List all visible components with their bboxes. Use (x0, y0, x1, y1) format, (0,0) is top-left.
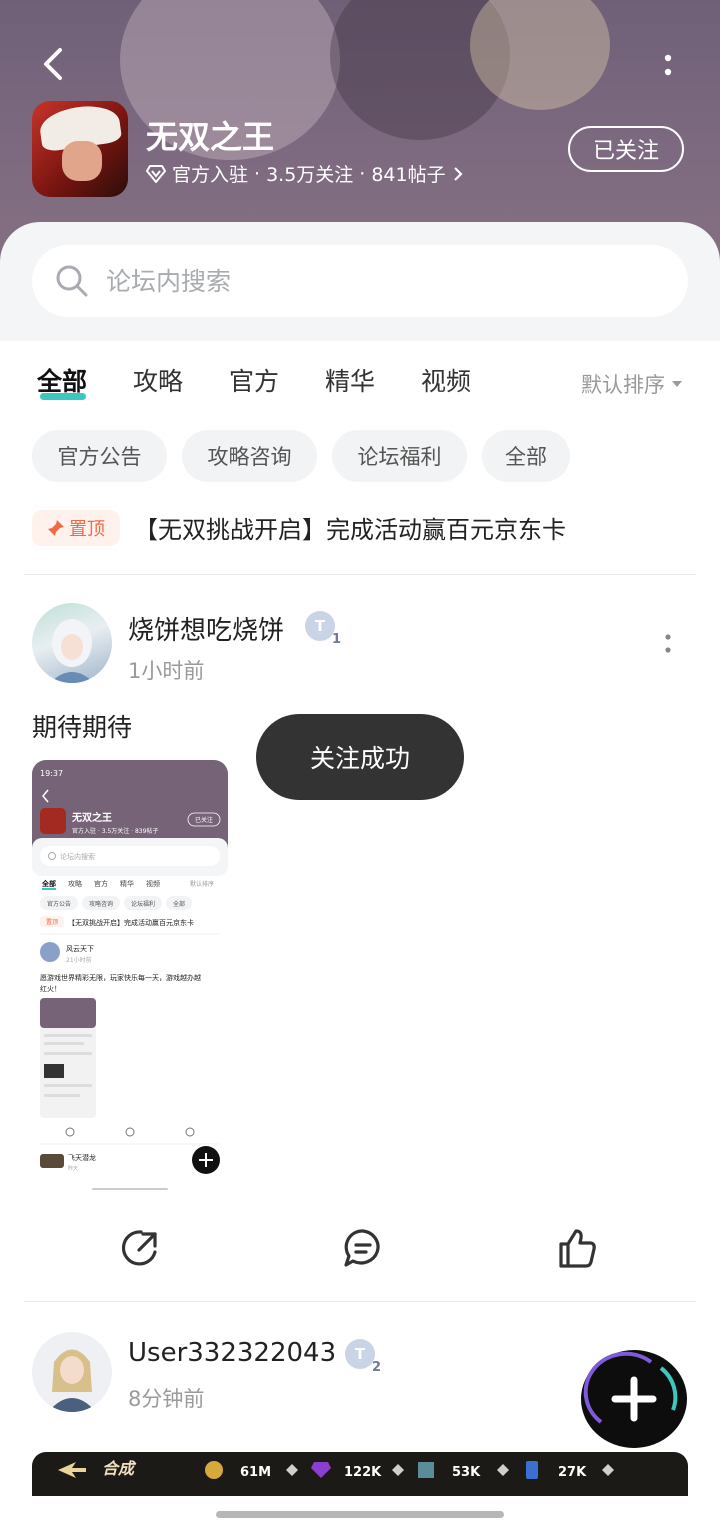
tab-featured[interactable]: 精华 (325, 362, 375, 398)
pinned-badge: 置顶 (32, 510, 120, 546)
plus-icon (583, 1351, 678, 1424)
active-tab-indicator (40, 393, 86, 400)
svg-text:【无双挑战开启】完成活动赢百元京东卡: 【无双挑战开启】完成活动赢百元京东卡 (68, 918, 194, 927)
tab-official[interactable]: 官方 (229, 362, 279, 398)
game-title: 无双之王 (146, 118, 275, 156)
search-bar[interactable] (32, 245, 688, 317)
post-image-preview[interactable]: 合成 61M 122K 53K 27K (32, 1452, 688, 1496)
svg-text:飞天潜龙: 飞天潜龙 (68, 1153, 96, 1162)
svg-text:已关注: 已关注 (195, 816, 213, 824)
divider (24, 1301, 696, 1302)
svg-text:官方: 官方 (94, 879, 108, 888)
svg-text:无双之王: 无双之王 (71, 811, 112, 824)
tab-video[interactable]: 视频 (421, 362, 471, 398)
svg-text:21小时前: 21小时前 (66, 956, 92, 964)
post-time: 1小时前 (128, 659, 205, 683)
avatar[interactable] (32, 603, 112, 683)
post-username[interactable]: User332322043 (128, 1338, 336, 1368)
forum-meta[interactable]: 官方入驻 · 3.5万关注 · 841帖子 (146, 160, 464, 187)
caret-down-icon (672, 381, 682, 387)
user-level-badge: T1 (305, 611, 341, 647)
chip-all[interactable]: 全部 (482, 430, 570, 482)
create-post-button[interactable] (581, 1350, 687, 1448)
pin-icon (48, 520, 64, 536)
post-username[interactable]: 烧饼想吃烧饼 (128, 610, 284, 647)
svg-text:置顶: 置顶 (46, 919, 58, 926)
svg-text:122K: 122K (344, 1465, 382, 1480)
toast-follow-success: 关注成功 (256, 714, 464, 800)
search-icon (56, 265, 88, 297)
svg-text:官方入驻 · 3.5万关注 · 839帖子: 官方入驻 · 3.5万关注 · 839帖子 (72, 827, 158, 835)
meta-separator: · (254, 162, 261, 185)
svg-text:官方公告: 官方公告 (47, 900, 71, 908)
post-body: 期待期待 (32, 713, 133, 742)
svg-text:61M: 61M (240, 1465, 271, 1480)
sort-dropdown[interactable]: 默认排序 (581, 369, 683, 399)
svg-text:19:37: 19:37 (40, 769, 63, 778)
follow-button[interactable]: 已关注 (568, 126, 684, 172)
post-more-icon[interactable] (656, 630, 680, 658)
svg-text:昨天: 昨天 (68, 1165, 78, 1172)
like-icon[interactable] (555, 1226, 599, 1270)
sort-label: 默认排序 (581, 373, 665, 397)
share-icon[interactable] (119, 1226, 163, 1270)
divider (24, 574, 696, 575)
svg-text:风云天下: 风云天下 (66, 945, 94, 953)
post-time: 8分钟前 (128, 1387, 205, 1411)
svg-text:合成: 合成 (102, 1459, 137, 1478)
diamond-icon (146, 164, 166, 183)
svg-text:精华: 精华 (120, 879, 134, 888)
svg-text:视频: 视频 (146, 879, 160, 888)
svg-text:全部: 全部 (173, 900, 185, 908)
back-icon[interactable] (36, 44, 76, 84)
game-icon (32, 101, 128, 197)
meta-separator: · (359, 162, 366, 185)
svg-text:攻略咨询: 攻略咨询 (89, 900, 113, 908)
follower-count: 3.5万关注 (266, 164, 354, 186)
pinned-post-title[interactable]: 【无双挑战开启】完成活动赢百元京东卡 (134, 510, 566, 545)
chip-official-notice[interactable]: 官方公告 (32, 430, 167, 482)
svg-text:27K: 27K (558, 1465, 587, 1480)
avatar[interactable] (32, 1332, 112, 1412)
home-indicator[interactable] (216, 1511, 504, 1518)
post-image-thumbnail[interactable]: 19:37 无双之王 官方入驻 · 3.5万关注 · 839帖子 已关注 论坛内… (32, 760, 228, 1190)
more-options-icon[interactable] (656, 50, 680, 82)
comment-icon[interactable] (341, 1226, 385, 1270)
chevron-right-icon (453, 166, 463, 181)
search-input[interactable] (104, 265, 628, 297)
verified-label: 官方入驻 (172, 164, 249, 186)
svg-text:攻略: 攻略 (68, 879, 82, 888)
chip-forum-benefits[interactable]: 论坛福利 (332, 430, 467, 482)
svg-text:全部: 全部 (41, 879, 56, 888)
svg-text:默认排序: 默认排序 (190, 880, 214, 888)
tab-guides[interactable]: 攻略 (133, 362, 183, 398)
svg-text:论坛福利: 论坛福利 (131, 900, 155, 908)
svg-text:论坛内搜索: 论坛内搜索 (60, 852, 95, 861)
post-count: 841帖子 (371, 164, 446, 186)
svg-text:53K: 53K (452, 1465, 481, 1480)
chip-guide-consult[interactable]: 攻略咨询 (182, 430, 317, 482)
user-level-badge: T2 (345, 1339, 381, 1375)
